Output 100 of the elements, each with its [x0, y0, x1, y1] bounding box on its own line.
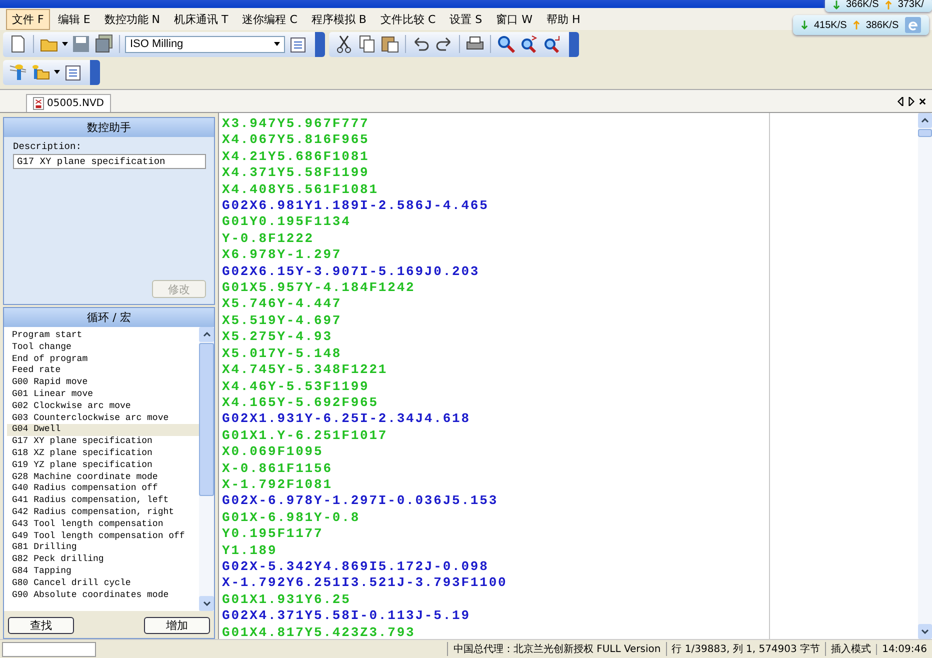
code-line: X5.017Y-5.148	[222, 346, 343, 362]
cycle-list-item[interactable]: End of program	[7, 354, 199, 366]
code-line: G01X4.817Y5.423Z3.793	[222, 624, 416, 639]
cycle-list-item[interactable]: G04 Dwell	[7, 424, 199, 436]
scroll-thumb[interactable]	[199, 343, 214, 496]
description-field[interactable]: G17 XY plane specification	[13, 154, 206, 169]
menu-item[interactable]: 程序模拟 B	[305, 8, 372, 30]
pin-icon[interactable]	[8, 62, 28, 82]
code-line: G02X6.15Y-3.907I-5.169J0.203	[222, 264, 481, 280]
code-line: X0.069F1095	[222, 444, 324, 461]
cycle-list-item[interactable]: G84 Tapping	[7, 566, 199, 578]
cycle-list-item[interactable]: G17 XY plane specification	[7, 436, 199, 448]
copy-icon[interactable]	[357, 34, 377, 54]
cycle-list-item[interactable]: G90 Absolute coordinates mode	[7, 590, 199, 602]
code-line: X4.408Y5.561F1081	[222, 182, 380, 198]
cycle-list-item[interactable]: G41 Radius compensation, left	[7, 495, 199, 507]
scroll-down-icon[interactable]	[202, 601, 210, 606]
cycle-list-item[interactable]: G28 Machine coordinate mode	[7, 472, 199, 484]
cycle-list-item[interactable]: G81 Drilling	[7, 542, 199, 554]
panel-button[interactable]: 增加	[144, 617, 210, 634]
scissors-icon[interactable]	[334, 34, 354, 54]
cycle-list-item[interactable]: G42 Radius compensation, right	[7, 506, 199, 519]
panel-button[interactable]: 查找	[8, 617, 74, 634]
document-tab[interactable]: 05005.NVD	[26, 94, 112, 112]
cursor-position: 行 1/39883, 列 1, 574903 字节	[666, 642, 826, 656]
cycle-list-item[interactable]: G02 Clockwise arc move	[7, 400, 199, 413]
cycle-list-item[interactable]: G19 YZ plane specification	[7, 460, 199, 472]
code-line: X3.947Y5.967F777	[222, 116, 370, 132]
scroll-up-icon[interactable]	[202, 332, 210, 337]
code-line: G01X1.931Y6.25	[222, 592, 352, 608]
code-line: X5.746Y-4.447	[222, 296, 343, 313]
close-icon[interactable]	[919, 96, 926, 106]
menu-item[interactable]: 机床通讯 T	[168, 8, 234, 30]
download-speed: 415K/S	[814, 20, 847, 30]
menu-item[interactable]: 帮助 H	[540, 8, 586, 30]
caret-icon[interactable]	[62, 42, 68, 46]
code-line: Y0.195F1177	[222, 526, 324, 543]
code-line: G01X-6.981Y-0.8	[222, 510, 362, 526]
code-line: X4.371Y5.58F1199	[222, 165, 370, 182]
search-icon[interactable]	[496, 34, 516, 54]
toolbar-options-button[interactable]	[315, 32, 325, 56]
scroll-left-icon[interactable]	[897, 96, 904, 106]
code-line: G02X-6.978Y-1.297I-0.036J5.153	[222, 493, 500, 510]
code-line: G02X-5.342Y4.869I5.172J-0.098	[222, 558, 490, 576]
machine-type-dropdown[interactable]: ISO Milling	[125, 36, 285, 52]
menu-item[interactable]: 设置 S	[444, 8, 488, 30]
scroll-right-icon[interactable]	[908, 96, 915, 106]
cycle-list-item[interactable]: G18 XZ plane specification	[7, 448, 199, 460]
cycle-list-item[interactable]: G03 Counterclockwise arc move	[7, 412, 199, 424]
code-line: G01X1.Y-6.251F1017	[222, 428, 389, 444]
menu-item[interactable]: 迷你编程 C	[236, 8, 304, 30]
code-line: X4.46Y-5.53F1199	[222, 378, 370, 395]
code-line: X-1.792Y6.251I3.521J-3.793F1100	[222, 575, 508, 592]
cycle-list-item[interactable]: Program start	[7, 330, 199, 342]
scrollbar[interactable]	[199, 327, 214, 611]
scrollbar[interactable]	[918, 113, 932, 639]
code-line: X6.978Y-1.297	[222, 247, 343, 264]
find-next-icon[interactable]	[519, 34, 539, 54]
menu-item[interactable]: 文件 F	[6, 8, 50, 30]
code-line: G02X1.931Y-6.25I-2.34J4.618	[222, 411, 472, 428]
dropdown-arrow-icon[interactable]	[274, 42, 280, 46]
panel-title: 循环 / 宏	[4, 308, 214, 327]
download-arrow-icon	[833, 0, 840, 10]
cycle-list-item[interactable]: G43 Tool length compensation	[7, 518, 199, 531]
cycle-list-item[interactable]: G49 Tool length compensation off	[7, 530, 199, 542]
status-text: 中国总代理：北京兰光创新授权 FULL Version	[447, 642, 666, 656]
cycle-list-item[interactable]: G40 Radius compensation off	[7, 483, 199, 496]
upload-arrow-icon	[852, 20, 860, 30]
cycle-list-item[interactable]: Tool change	[7, 342, 199, 354]
paste-icon[interactable]	[380, 34, 400, 54]
insert-mode: 插入模式	[825, 642, 876, 656]
toolbar-options-button[interactable]	[90, 60, 100, 84]
scroll-down-icon[interactable]	[921, 629, 929, 634]
code-line: X5.519Y-4.697	[222, 312, 343, 330]
menu-item[interactable]: 文件比较 C	[374, 8, 442, 30]
cycle-list-item[interactable]: G80 Cancel drill cycle	[7, 578, 199, 590]
folder-pin-icon[interactable]	[31, 62, 51, 82]
toolbar-options-button[interactable]	[569, 32, 579, 56]
description-label: Description:	[13, 141, 82, 152]
cycle-list-item[interactable]: Feed rate	[7, 365, 199, 378]
code-line: G02X4.371Y5.58I-0.113J-5.19	[222, 608, 472, 625]
scroll-thumb[interactable]	[918, 129, 932, 137]
find-previous-icon[interactable]	[542, 34, 562, 54]
cycle-list-item[interactable]: G00 Rapid move	[7, 377, 199, 389]
code-line: Y-0.8F1222	[222, 230, 316, 248]
scroll-up-icon[interactable]	[921, 118, 929, 123]
upload-arrow-icon	[884, 0, 892, 10]
upload-speed: 386K/S	[866, 20, 899, 30]
caret-icon[interactable]	[54, 70, 60, 74]
save-all-icon[interactable]	[94, 34, 114, 54]
code-line: X4.21Y5.686F1081	[222, 148, 370, 166]
menu-item[interactable]: 编辑 E	[52, 8, 96, 30]
code-line: G02X6.981Y1.189I-2.586J-4.465	[222, 198, 490, 214]
menu-item[interactable]: 数控功能 N	[98, 8, 166, 30]
code-line: Y1.189	[222, 542, 278, 559]
menu-item[interactable]: 窗口 W	[490, 8, 539, 30]
cycle-list-item[interactable]: G82 Peck drilling	[7, 554, 199, 566]
code-line: X4.165Y-5.692F965	[222, 394, 380, 412]
cycle-list-item[interactable]: G01 Linear move	[7, 388, 199, 401]
code-line: X-0.861F1156	[222, 460, 334, 477]
